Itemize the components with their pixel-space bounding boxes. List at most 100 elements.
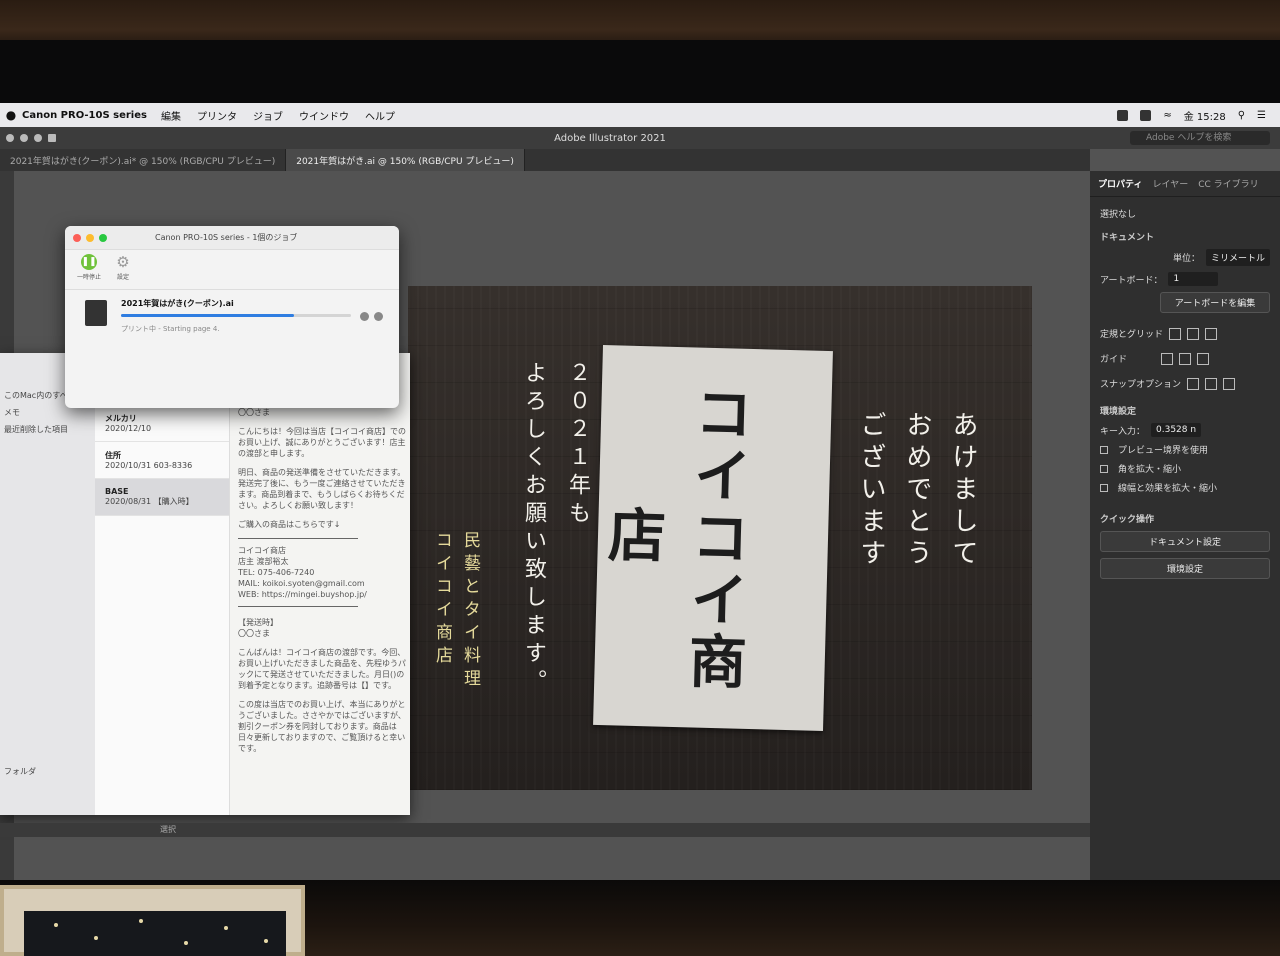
pause-button[interactable]: ❚❚ 一時停止 xyxy=(77,254,101,285)
tab-coupon-doc[interactable]: 2021年賀はがき(クーポン).ai* @ 150% (RGB/CPU プレビュ… xyxy=(0,149,287,171)
menu-edit[interactable]: 編集 xyxy=(161,108,181,123)
list-item[interactable]: 住所 2020/10/31 603-8336 xyxy=(95,442,229,479)
rulers-grid-label: 定規とグリッド xyxy=(1100,330,1164,340)
artboard[interactable]: コイコイ商店 あけまして おめでとう ございます ２０２１年も よろしくお願い致… xyxy=(408,286,1032,790)
close-button[interactable] xyxy=(73,233,81,242)
notes-sidebar: このMac内のすべて メモ 最近削除した項目 フォルダ xyxy=(0,353,95,815)
edit-artboard-button[interactable]: アートボードを編集 xyxy=(1160,292,1270,313)
unit-label: 単位： xyxy=(1172,254,1200,264)
ruler-icon[interactable] xyxy=(1169,327,1182,340)
list-item-title: メルカリ xyxy=(105,414,137,423)
close-window-button[interactable] xyxy=(6,134,14,142)
sig-web: WEB: https://mingei.buyshop.jp/ xyxy=(238,590,367,599)
print-toolbar: ❚❚ 一時停止 ⚙ 設定 xyxy=(65,250,399,290)
note-greeting: 〇〇さま xyxy=(238,408,270,417)
job-filename: 2021年賀はがき(クーポン).ai xyxy=(121,299,234,308)
note-paragraph: こんばんは！コイコイ商店の渡部です。今回、お買い上げいただきました商品を、先程ゆ… xyxy=(238,648,406,690)
zoom-button[interactable] xyxy=(99,233,107,242)
list-item[interactable]: メルカリ 2020/12/10 xyxy=(95,405,229,442)
divider xyxy=(238,538,358,539)
menu-window[interactable]: ウインドウ xyxy=(299,108,349,123)
preview-bounds-checkbox[interactable] xyxy=(1100,445,1108,454)
note-paragraph: 明日、商品の発送準備をさせていただきます。発送完了後に、もう一度ご連絡させていた… xyxy=(238,468,406,510)
snap-glyph-icon[interactable] xyxy=(1223,377,1236,390)
settings-button[interactable]: ⚙ 設定 xyxy=(115,254,131,285)
control-center-icon[interactable]: ☰ xyxy=(1257,110,1266,121)
minimize-window-button[interactable] xyxy=(20,134,28,142)
scale-strokes-label: 線幅と効果を拡大・縮小 xyxy=(1118,484,1218,494)
app-toolbar: Adobe Illustrator 2021 Adobe ヘルプを検索 xyxy=(0,127,1280,149)
pause-job-icon[interactable] xyxy=(374,312,383,321)
document-tabs: 2021年賀はがき(クーポン).ai* @ 150% (RGB/CPU プレビュ… xyxy=(0,149,1090,171)
note-paragraph: この度は当店でのお買い上げ、本当にありがとうございました。ささやかではございます… xyxy=(238,700,406,753)
menu-job[interactable]: ジョブ xyxy=(253,108,283,123)
show-guides-icon[interactable] xyxy=(1161,352,1173,365)
quick-actions-label: クイック操作 xyxy=(1100,515,1155,525)
menu-printer[interactable]: プリンタ xyxy=(197,108,237,123)
unit-select[interactable]: ミリメートル xyxy=(1205,249,1270,266)
scale-corners-checkbox[interactable] xyxy=(1100,464,1108,473)
tab-newyear-doc[interactable]: 2021年賀はがき.ai @ 150% (RGB/CPU プレビュー) xyxy=(286,149,525,171)
app-status-icon[interactable] xyxy=(1140,109,1152,121)
scale-strokes-checkbox[interactable] xyxy=(1100,483,1108,492)
key-increment-input[interactable]: 0.3528 n xyxy=(1151,423,1202,437)
transparency-grid-icon[interactable] xyxy=(1205,327,1218,340)
snap-point-icon[interactable] xyxy=(1187,377,1200,390)
minimize-button[interactable] xyxy=(86,233,94,242)
tab-properties[interactable]: プロパティ xyxy=(1098,177,1142,190)
settings-label: 設定 xyxy=(117,274,130,281)
print-progress-bar xyxy=(121,314,351,317)
list-item-preview: 【購入時】 xyxy=(153,497,194,506)
menu-app-name[interactable]: Canon PRO-10S series xyxy=(22,110,147,121)
creative-cloud-icon[interactable] xyxy=(1117,109,1129,121)
snap-pixel-icon[interactable] xyxy=(1205,377,1218,390)
zoom-window-button[interactable] xyxy=(34,134,42,142)
home-icon[interactable] xyxy=(48,134,56,142)
preferences-button[interactable]: 環境設定 xyxy=(1100,558,1270,579)
dot xyxy=(54,923,58,927)
tab-layers[interactable]: レイヤー xyxy=(1152,177,1188,190)
gear-icon: ⚙ xyxy=(116,253,130,271)
print-dialog-titlebar: Canon PRO-10S series - 1個のジョブ xyxy=(65,226,399,250)
shop-tagline-text: 民藝とタイ料理 コイコイ商店 xyxy=(432,531,480,692)
list-item-date: 2020/12/10 xyxy=(105,424,152,433)
document-setup-button[interactable]: ドキュメント設定 xyxy=(1100,531,1270,552)
properties-panel: プロパティ レイヤー CC ライブラリ 選択なし ドキュメント 単位： ミリメー… xyxy=(1090,171,1280,893)
selection-status: 選択なし xyxy=(1100,210,1137,220)
spotlight-icon[interactable]: ⚲ xyxy=(1238,110,1245,121)
help-search-input[interactable]: Adobe ヘルプを検索 xyxy=(1130,131,1270,145)
dot xyxy=(264,939,268,943)
window-controls xyxy=(0,134,100,142)
menu-extras: ≈ 金 15:28 ⚲ ☰ xyxy=(1117,108,1280,123)
smart-guides-icon[interactable] xyxy=(1197,352,1209,365)
job-status: プリント中 - Starting page 4. xyxy=(121,325,220,333)
menu-clock[interactable]: 金 15:28 xyxy=(1184,108,1226,123)
wifi-icon[interactable]: ≈ xyxy=(1163,110,1171,121)
note-paragraph: こんにちは！今回は当店【コイコイ商店】でのお買い上げ、誠にありがとうございます！… xyxy=(238,427,406,458)
cancel-job-icon[interactable] xyxy=(360,312,369,321)
monitor-screen: ● Canon PRO-10S series 編集 プリンタ ジョブ ウインドウ… xyxy=(0,103,1280,893)
sidebar-item-folder[interactable]: フォルダ xyxy=(0,763,40,780)
sidebar-item-deleted[interactable]: 最近削除した項目 xyxy=(0,421,95,438)
note-section-heading: 【発送時】 xyxy=(238,618,278,627)
monitor-bezel xyxy=(0,40,1280,110)
tab-cc-libraries[interactable]: CC ライブラリ xyxy=(1198,177,1258,190)
shop-sign-text: コイコイ商店 xyxy=(597,382,755,694)
apple-icon[interactable]: ● xyxy=(0,108,22,122)
grid-icon[interactable] xyxy=(1187,327,1200,340)
note-body[interactable]: 〇〇さま こんにちは！今回は当店【コイコイ商店】でのお買い上げ、誠にありがとうご… xyxy=(238,407,406,762)
lock-guides-icon[interactable] xyxy=(1179,352,1191,365)
list-item-preview: 603-8336 xyxy=(153,461,193,470)
snap-options-label: スナップオプション xyxy=(1100,380,1182,390)
sig-tel: TEL: 075-406-7240 xyxy=(238,568,315,577)
dot xyxy=(94,936,98,940)
list-item[interactable]: BASE 2020/08/31 【購入時】 xyxy=(95,479,229,516)
artboard-select[interactable]: 1 xyxy=(1168,272,1219,286)
note-paragraph: ご購入の商品はこちらです↓ xyxy=(238,520,341,529)
dot xyxy=(139,919,143,923)
print-job-row[interactable]: 2021年賀はがき(クーポン).ai プリント中 - Starting page… xyxy=(65,290,399,340)
menu-bar: ● Canon PRO-10S series 編集 プリンタ ジョブ ウインドウ… xyxy=(0,103,1280,127)
note-greeting: 〇〇さま xyxy=(238,629,270,638)
current-tool-label: 選択 xyxy=(160,825,176,834)
menu-help[interactable]: ヘルプ xyxy=(365,108,395,123)
